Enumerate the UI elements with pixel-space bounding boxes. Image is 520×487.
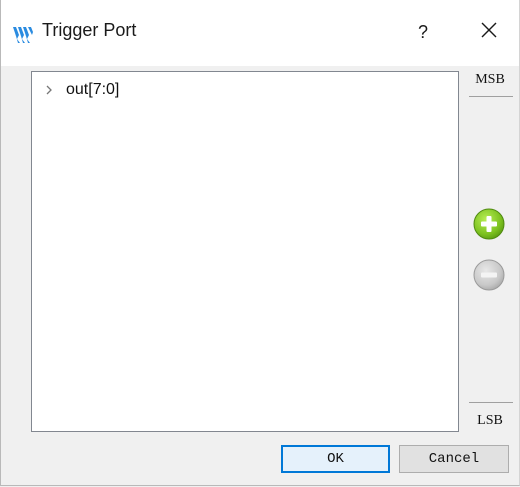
remove-button[interactable] [471, 259, 507, 295]
gowin-logo-icon [11, 21, 35, 45]
close-icon [480, 21, 498, 44]
tree-item-label: out[7:0] [66, 81, 120, 98]
close-button[interactable] [467, 14, 511, 50]
minus-circle-icon [472, 258, 506, 297]
msb-divider [469, 96, 513, 97]
cancel-label: Cancel [428, 451, 480, 467]
tree-item-out[interactable]: out[7:0] [32, 78, 119, 102]
plus-circle-icon [472, 207, 506, 246]
title-bar-top-edge [1, 0, 519, 9]
help-button[interactable]: ? [405, 14, 441, 50]
add-button[interactable] [471, 208, 507, 244]
ok-label: OK [327, 451, 344, 467]
title-bar[interactable]: Trigger Port ? [1, 0, 519, 66]
ok-button[interactable]: OK [281, 445, 390, 473]
window-title: Trigger Port [42, 20, 137, 40]
lsb-divider [469, 402, 513, 403]
lsb-label: LSB [477, 413, 503, 428]
help-label: ? [417, 21, 428, 42]
msb-label: MSB [475, 72, 505, 87]
port-tree[interactable]: out[7:0] [31, 71, 459, 432]
chevron-right-icon[interactable] [32, 84, 62, 96]
cancel-button[interactable]: Cancel [399, 445, 509, 473]
trigger-port-dialog: Trigger Port ? out[7:0] MSB LSB OK Cance… [0, 0, 520, 486]
